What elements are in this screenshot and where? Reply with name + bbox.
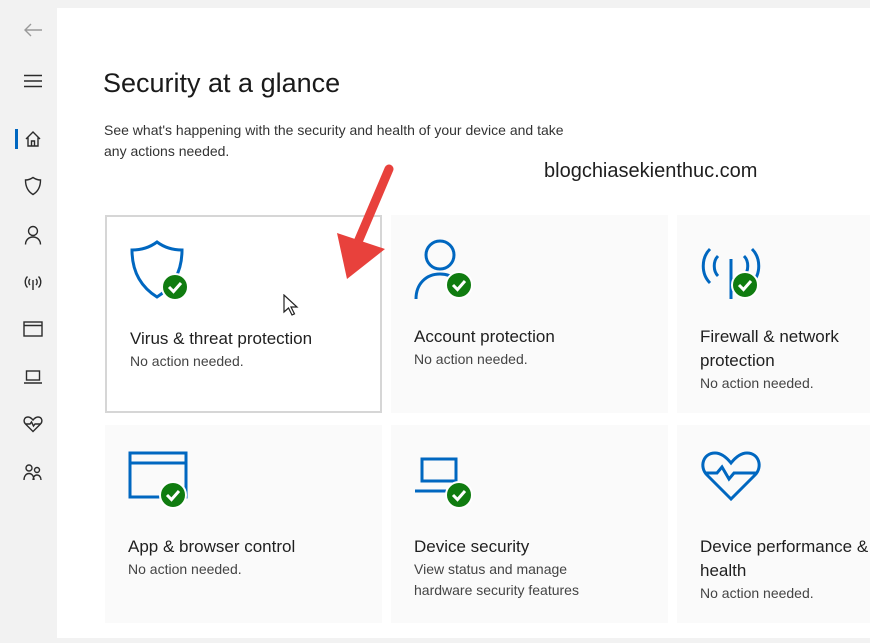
browser-check-icon — [128, 451, 188, 509]
shield-check-icon — [130, 240, 189, 301]
menu-button[interactable] — [10, 63, 56, 99]
card-title: Device security — [414, 537, 530, 556]
page-description: See what's happening with the security a… — [104, 122, 564, 159]
annotation-arrow-icon — [337, 164, 394, 279]
sidebar-item-app-browser[interactable] — [10, 311, 56, 347]
card-text: Account protection No action needed. — [414, 325, 664, 370]
family-icon — [23, 464, 42, 481]
browser-window-icon — [23, 321, 43, 337]
card-account-protection[interactable]: Account protection No action needed. — [391, 215, 668, 413]
sidebar-item-account[interactable] — [10, 217, 56, 253]
card-text: Device performance & health No action ne… — [700, 535, 870, 604]
sidebar-item-virus-protection[interactable] — [10, 168, 56, 204]
person-icon — [24, 225, 42, 245]
card-firewall-network-protection[interactable]: Firewall & network protection No action … — [677, 215, 870, 413]
card-status: No action needed. — [130, 353, 244, 369]
card-status: No action needed. — [128, 561, 242, 577]
sidebar-item-family[interactable] — [10, 454, 56, 490]
card-title: Account protection — [414, 327, 555, 346]
card-text: Firewall & network protection No action … — [700, 325, 870, 394]
heart-pulse-icon — [701, 451, 761, 502]
heart-pulse-icon — [23, 416, 43, 433]
antenna-icon — [24, 276, 42, 290]
watermark-text: blogchiasekienthuc.com — [544, 160, 758, 182]
back-button[interactable] — [10, 12, 56, 48]
card-status: View status and manage hardware security… — [414, 561, 579, 598]
card-text: Device security View status and manage h… — [414, 535, 664, 601]
card-app-browser-control[interactable]: App & browser control No action needed. — [105, 425, 382, 623]
hamburger-menu-icon — [24, 74, 42, 88]
card-text: App & browser control No action needed. — [128, 535, 378, 580]
card-device-performance-health[interactable]: Device performance & health No action ne… — [677, 425, 870, 623]
sidebar — [10, 8, 56, 638]
back-arrow-icon — [24, 23, 42, 37]
card-title: Virus & threat protection — [130, 329, 313, 348]
card-text: Virus & threat protection No action need… — [130, 327, 380, 372]
sidebar-item-device-performance[interactable] — [10, 406, 56, 442]
sidebar-item-home[interactable] — [10, 121, 56, 157]
antenna-check-icon — [701, 247, 761, 299]
page-title: Security at a glance — [103, 68, 341, 98]
card-title: Device performance & health — [700, 537, 869, 580]
person-check-icon — [414, 239, 473, 300]
mouse-cursor-icon — [283, 294, 299, 316]
laptop-icon — [24, 370, 42, 384]
sidebar-item-device-security[interactable] — [10, 359, 56, 395]
card-device-security[interactable]: Device security View status and manage h… — [391, 425, 668, 623]
laptop-check-icon — [415, 457, 473, 509]
card-status: No action needed. — [414, 351, 528, 367]
card-status: No action needed. — [700, 375, 814, 391]
card-title: Firewall & network protection — [700, 327, 839, 370]
card-title: App & browser control — [128, 537, 296, 556]
home-icon — [25, 131, 41, 147]
shield-icon — [24, 176, 42, 196]
main-content: Security at a glance See what's happenin… — [57, 8, 870, 638]
sidebar-item-firewall[interactable] — [10, 264, 56, 300]
card-status: No action needed. — [700, 585, 814, 601]
